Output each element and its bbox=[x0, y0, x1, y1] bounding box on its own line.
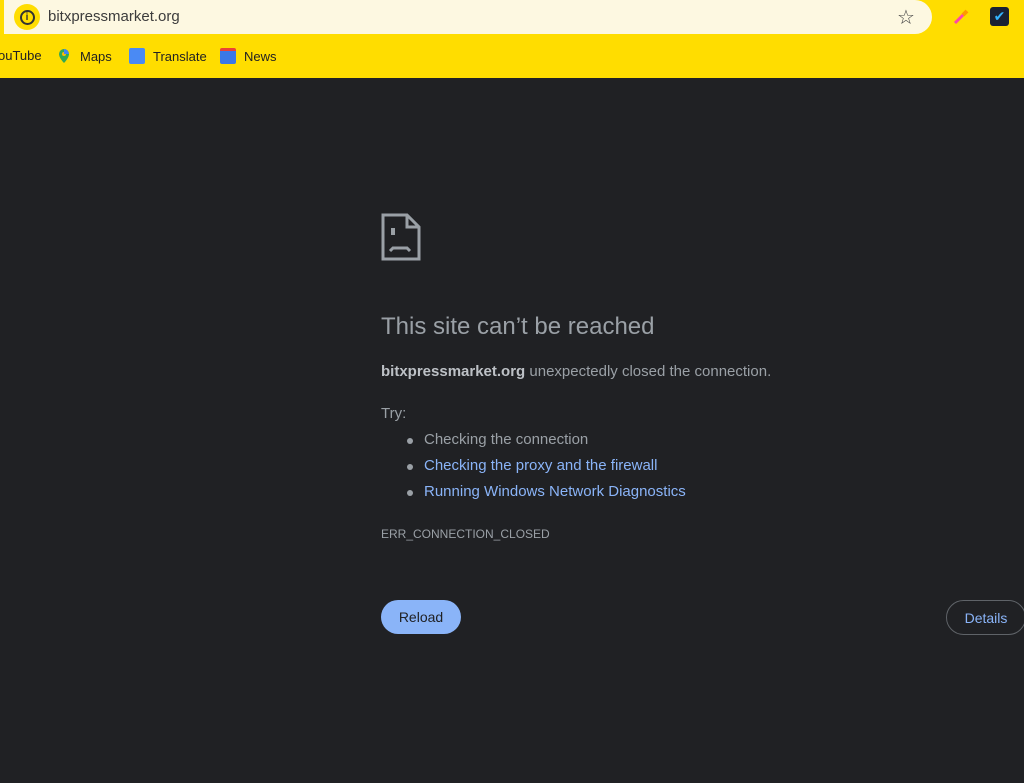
url-text[interactable]: bitxpressmarket.org bbox=[48, 8, 180, 25]
try-label: Try: bbox=[381, 405, 407, 422]
bookmark-label: Translate bbox=[153, 48, 207, 64]
suggestion-list: Checking the connection Checking the pro… bbox=[407, 431, 686, 509]
site-info-icon[interactable]: i bbox=[14, 4, 40, 30]
checkmark-extension-icon[interactable]: ✔ bbox=[990, 7, 1009, 26]
suggestion-proxy-firewall-link[interactable]: Checking the proxy and the firewall bbox=[407, 457, 686, 483]
bookmark-youtube[interactable]: ouTube bbox=[0, 48, 42, 63]
bookmark-label: ouTube bbox=[0, 48, 42, 63]
details-button[interactable]: Details bbox=[946, 600, 1024, 635]
maps-icon bbox=[59, 49, 69, 63]
reload-button[interactable]: Reload bbox=[381, 600, 461, 634]
error-title: This site can’t be reached bbox=[381, 313, 655, 340]
bookmark-news[interactable]: News bbox=[220, 48, 277, 64]
sad-page-icon bbox=[381, 213, 421, 261]
suggestion-network-diagnostics-link[interactable]: Running Windows Network Diagnostics bbox=[407, 483, 686, 509]
error-message-text: unexpectedly closed the connection. bbox=[525, 363, 772, 380]
bookmark-maps[interactable]: Maps bbox=[56, 48, 112, 64]
error-code: ERR_CONNECTION_CLOSED bbox=[381, 527, 550, 541]
news-icon bbox=[220, 48, 236, 64]
color-picker-extension-icon[interactable] bbox=[952, 8, 970, 26]
translate-icon bbox=[129, 48, 145, 64]
error-host: bitxpressmarket.org bbox=[381, 363, 526, 380]
bookmark-label: Maps bbox=[80, 48, 112, 64]
error-message: bitxpressmarket.org unexpectedly closed … bbox=[381, 363, 771, 380]
suggestion-check-connection: Checking the connection bbox=[407, 431, 686, 457]
browser-toolbar: i bitxpressmarket.org ☆ ✔ ouTube Maps Tr… bbox=[0, 0, 1024, 78]
bookmark-label: News bbox=[244, 48, 277, 64]
bookmark-star-icon[interactable]: ☆ bbox=[897, 5, 915, 30]
address-bar[interactable]: i bitxpressmarket.org ☆ bbox=[4, 0, 932, 34]
bookmark-translate[interactable]: Translate bbox=[129, 48, 207, 64]
